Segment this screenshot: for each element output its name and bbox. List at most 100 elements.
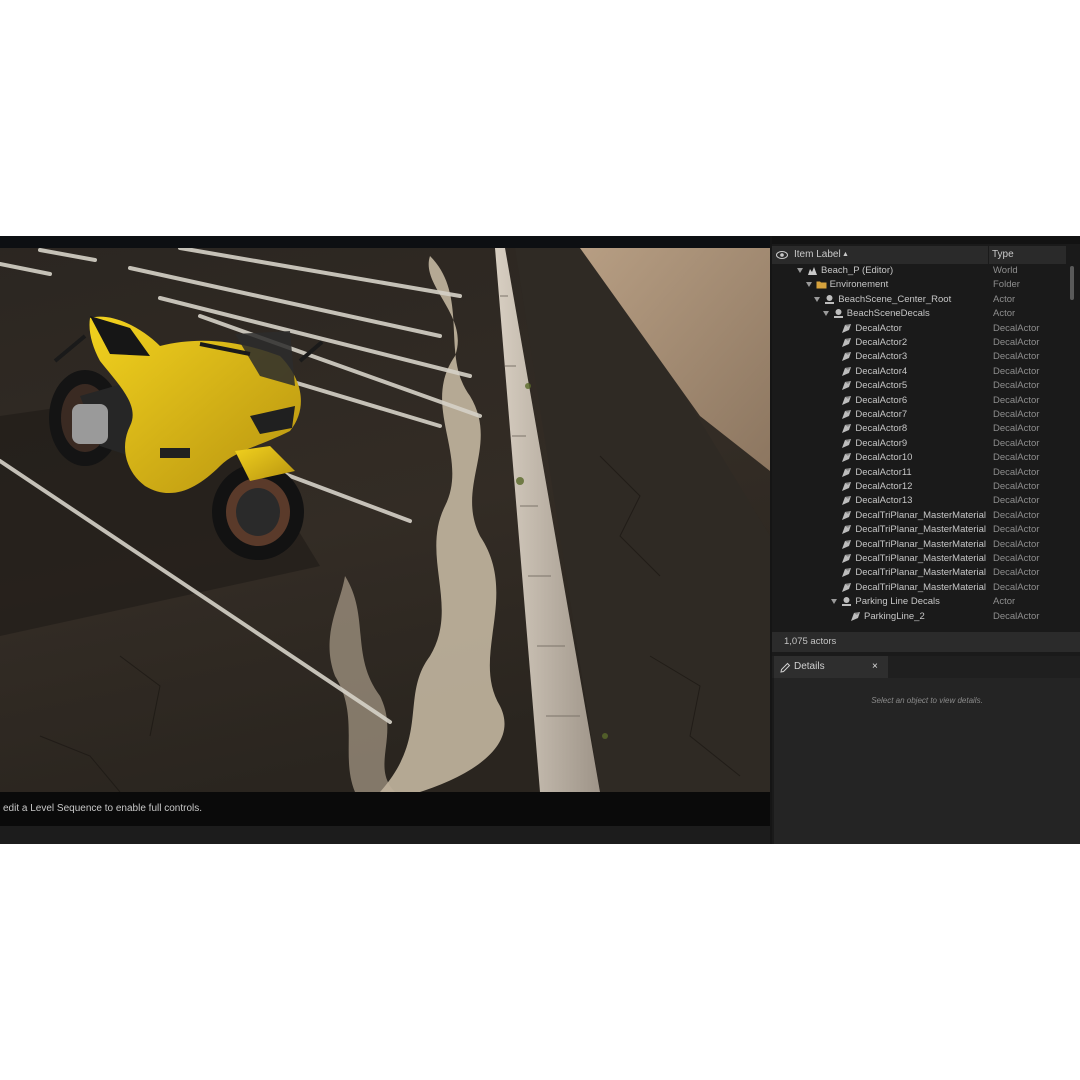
editor-window: edit a Level Sequence to enable full con… bbox=[0, 236, 1080, 844]
outliner-tree[interactable]: Beach_P (Editor) World Environement Folder B… bbox=[772, 264, 1066, 630]
outliner-row[interactable]: DecalActor9 DecalActor bbox=[772, 437, 1066, 451]
outliner-row-label: DecalTriPlanar_MasterMaterial bbox=[855, 538, 986, 550]
outliner-row[interactable]: BeachSceneDecals Actor bbox=[772, 307, 1066, 321]
outliner-row[interactable]: BeachScene_Center_Root Actor bbox=[772, 293, 1066, 307]
outliner-toolbar bbox=[772, 236, 1080, 244]
outliner-row[interactable]: DecalTriPlanar_MasterMaterial DecalActor bbox=[772, 538, 1066, 552]
outliner-row[interactable]: DecalActor DecalActor bbox=[772, 322, 1066, 336]
decal-icon bbox=[841, 452, 852, 463]
level-viewport[interactable] bbox=[0, 236, 770, 792]
decal-icon bbox=[841, 438, 852, 449]
folder-icon bbox=[816, 279, 827, 290]
decal-icon bbox=[850, 611, 861, 622]
expand-arrow-icon[interactable] bbox=[822, 311, 829, 317]
details-tab-label: Details bbox=[794, 661, 825, 672]
outliner-row[interactable]: DecalActor5 DecalActor bbox=[772, 379, 1066, 393]
decal-icon bbox=[841, 495, 852, 506]
outliner-row[interactable]: Parking Line Decals Actor bbox=[772, 595, 1066, 609]
outliner-row-type: DecalActor bbox=[993, 380, 1040, 392]
outliner-row-type: DecalActor bbox=[993, 481, 1040, 492]
outliner-row-type: DecalActor bbox=[993, 495, 1040, 507]
decal-icon bbox=[841, 553, 852, 564]
outliner-row-type: DecalActor bbox=[993, 337, 1040, 348]
sort-ascending-icon: ▲ bbox=[842, 251, 849, 258]
outliner-row[interactable]: DecalTriPlanar_MasterMaterial DecalActor bbox=[772, 509, 1066, 523]
outliner-row-type: DecalActor bbox=[993, 423, 1040, 435]
outliner-row-label: BeachScene_Center_Root bbox=[838, 293, 952, 305]
outliner-row-label: DecalTriPlanar_MasterMaterial bbox=[855, 553, 986, 564]
outliner-row[interactable]: DecalActor13 DecalActor bbox=[772, 494, 1066, 508]
outliner-row-label: DecalActor5 bbox=[855, 380, 908, 392]
outliner-row[interactable]: ParkingLine_2 DecalActor bbox=[772, 610, 1066, 624]
outliner-row[interactable]: DecalActor3 DecalActor bbox=[772, 350, 1066, 364]
decal-icon bbox=[841, 395, 852, 406]
outliner-row-type: DecalActor bbox=[993, 553, 1040, 564]
outliner-row-label: DecalActor10 bbox=[855, 452, 913, 464]
outliner-row-label: DecalActor9 bbox=[855, 437, 908, 449]
viewport-scene[interactable] bbox=[0, 236, 770, 792]
outliner-row[interactable]: DecalTriPlanar_MasterMaterial DecalActor bbox=[772, 581, 1066, 595]
details-empty-hint: Select an object to view details. bbox=[871, 696, 983, 705]
tab-details[interactable]: Details × bbox=[774, 656, 888, 678]
sequencer-message-bar: edit a Level Sequence to enable full con… bbox=[0, 792, 770, 826]
outliner-row-type: DecalActor bbox=[993, 409, 1040, 420]
world-icon bbox=[807, 265, 818, 276]
outliner-row-type: DecalActor bbox=[993, 509, 1040, 521]
outliner-row-label: DecalActor11 bbox=[855, 466, 912, 478]
outliner-row-type: DecalActor bbox=[993, 452, 1040, 464]
close-icon[interactable]: × bbox=[872, 656, 878, 678]
outliner-row-label: DecalActor2 bbox=[855, 337, 908, 348]
column-type[interactable]: Type bbox=[988, 246, 1066, 264]
decal-icon bbox=[841, 351, 852, 362]
decal-icon bbox=[841, 510, 852, 521]
expand-arrow-icon[interactable] bbox=[805, 282, 812, 288]
outliner-row[interactable]: DecalActor6 DecalActor bbox=[772, 394, 1066, 408]
outliner-row-type: Folder bbox=[993, 279, 1020, 291]
outliner-row-type: DecalActor bbox=[993, 524, 1040, 536]
outliner-row-label: DecalActor4 bbox=[855, 365, 908, 377]
outliner-row[interactable]: DecalActor10 DecalActor bbox=[772, 451, 1066, 465]
outliner-row-label: Parking Line Decals bbox=[855, 596, 940, 608]
decal-icon bbox=[841, 539, 852, 550]
decal-icon bbox=[841, 481, 852, 492]
outliner-row-label: DecalActor12 bbox=[855, 481, 913, 492]
outliner-row[interactable]: DecalTriPlanar_MasterMaterial DecalActor bbox=[772, 566, 1066, 580]
outliner-row[interactable]: DecalActor12 DecalActor bbox=[772, 480, 1066, 494]
expand-arrow-icon[interactable] bbox=[797, 268, 803, 273]
outliner-row-label: DecalActor13 bbox=[855, 495, 913, 507]
decal-icon bbox=[841, 567, 852, 578]
outliner-scrollbar[interactable] bbox=[1070, 266, 1074, 300]
decal-icon bbox=[841, 337, 852, 348]
outliner-column-header: Item Label ▲ Type bbox=[772, 246, 1066, 264]
column-item-label[interactable]: Item Label bbox=[794, 246, 841, 264]
right-panel: Item Label ▲ Type Beach_P (Editor) World E… bbox=[772, 236, 1080, 844]
outliner-row[interactable]: DecalActor2 DecalActor bbox=[772, 336, 1066, 350]
outliner-row-type: Actor bbox=[993, 293, 1016, 305]
outliner-row[interactable]: Environement Folder bbox=[772, 278, 1066, 292]
outliner-row-type: DecalActor bbox=[993, 351, 1040, 363]
pencil-icon bbox=[779, 661, 791, 673]
outliner-row-type: DecalActor bbox=[993, 581, 1040, 593]
bottom-status-strip bbox=[0, 826, 770, 844]
outliner-row[interactable]: DecalTriPlanar_MasterMaterial DecalActor bbox=[772, 523, 1066, 537]
details-tab-bar: Details × bbox=[772, 656, 1080, 678]
decal-icon bbox=[841, 423, 852, 434]
outliner-row-label: DecalActor bbox=[855, 322, 902, 334]
outliner-row[interactable]: DecalActor7 DecalActor bbox=[772, 408, 1066, 422]
outliner-row[interactable]: DecalActor8 DecalActor bbox=[772, 422, 1066, 436]
sequencer-message: edit a Level Sequence to enable full con… bbox=[3, 803, 203, 814]
outliner-row-label: DecalActor3 bbox=[855, 351, 908, 363]
actor-icon bbox=[824, 294, 835, 305]
outliner-row[interactable]: DecalTriPlanar_MasterMaterial DecalActor bbox=[772, 552, 1066, 566]
visibility-eye-icon[interactable] bbox=[776, 249, 788, 261]
outliner-row[interactable]: DecalActor11 DecalActor bbox=[772, 466, 1066, 480]
outliner-row[interactable]: Beach_P (Editor) World bbox=[772, 264, 1066, 278]
decal-icon bbox=[841, 366, 852, 377]
actor-icon bbox=[841, 596, 852, 607]
outliner-row-type: Actor bbox=[993, 596, 1016, 608]
outliner-row[interactable]: DecalActor4 DecalActor bbox=[772, 365, 1066, 379]
expand-arrow-icon[interactable] bbox=[831, 599, 838, 605]
expand-arrow-icon[interactable] bbox=[814, 296, 821, 302]
outliner-row-label: Beach_P (Editor) bbox=[821, 265, 894, 276]
outliner-row-label: DecalActor7 bbox=[855, 409, 908, 420]
